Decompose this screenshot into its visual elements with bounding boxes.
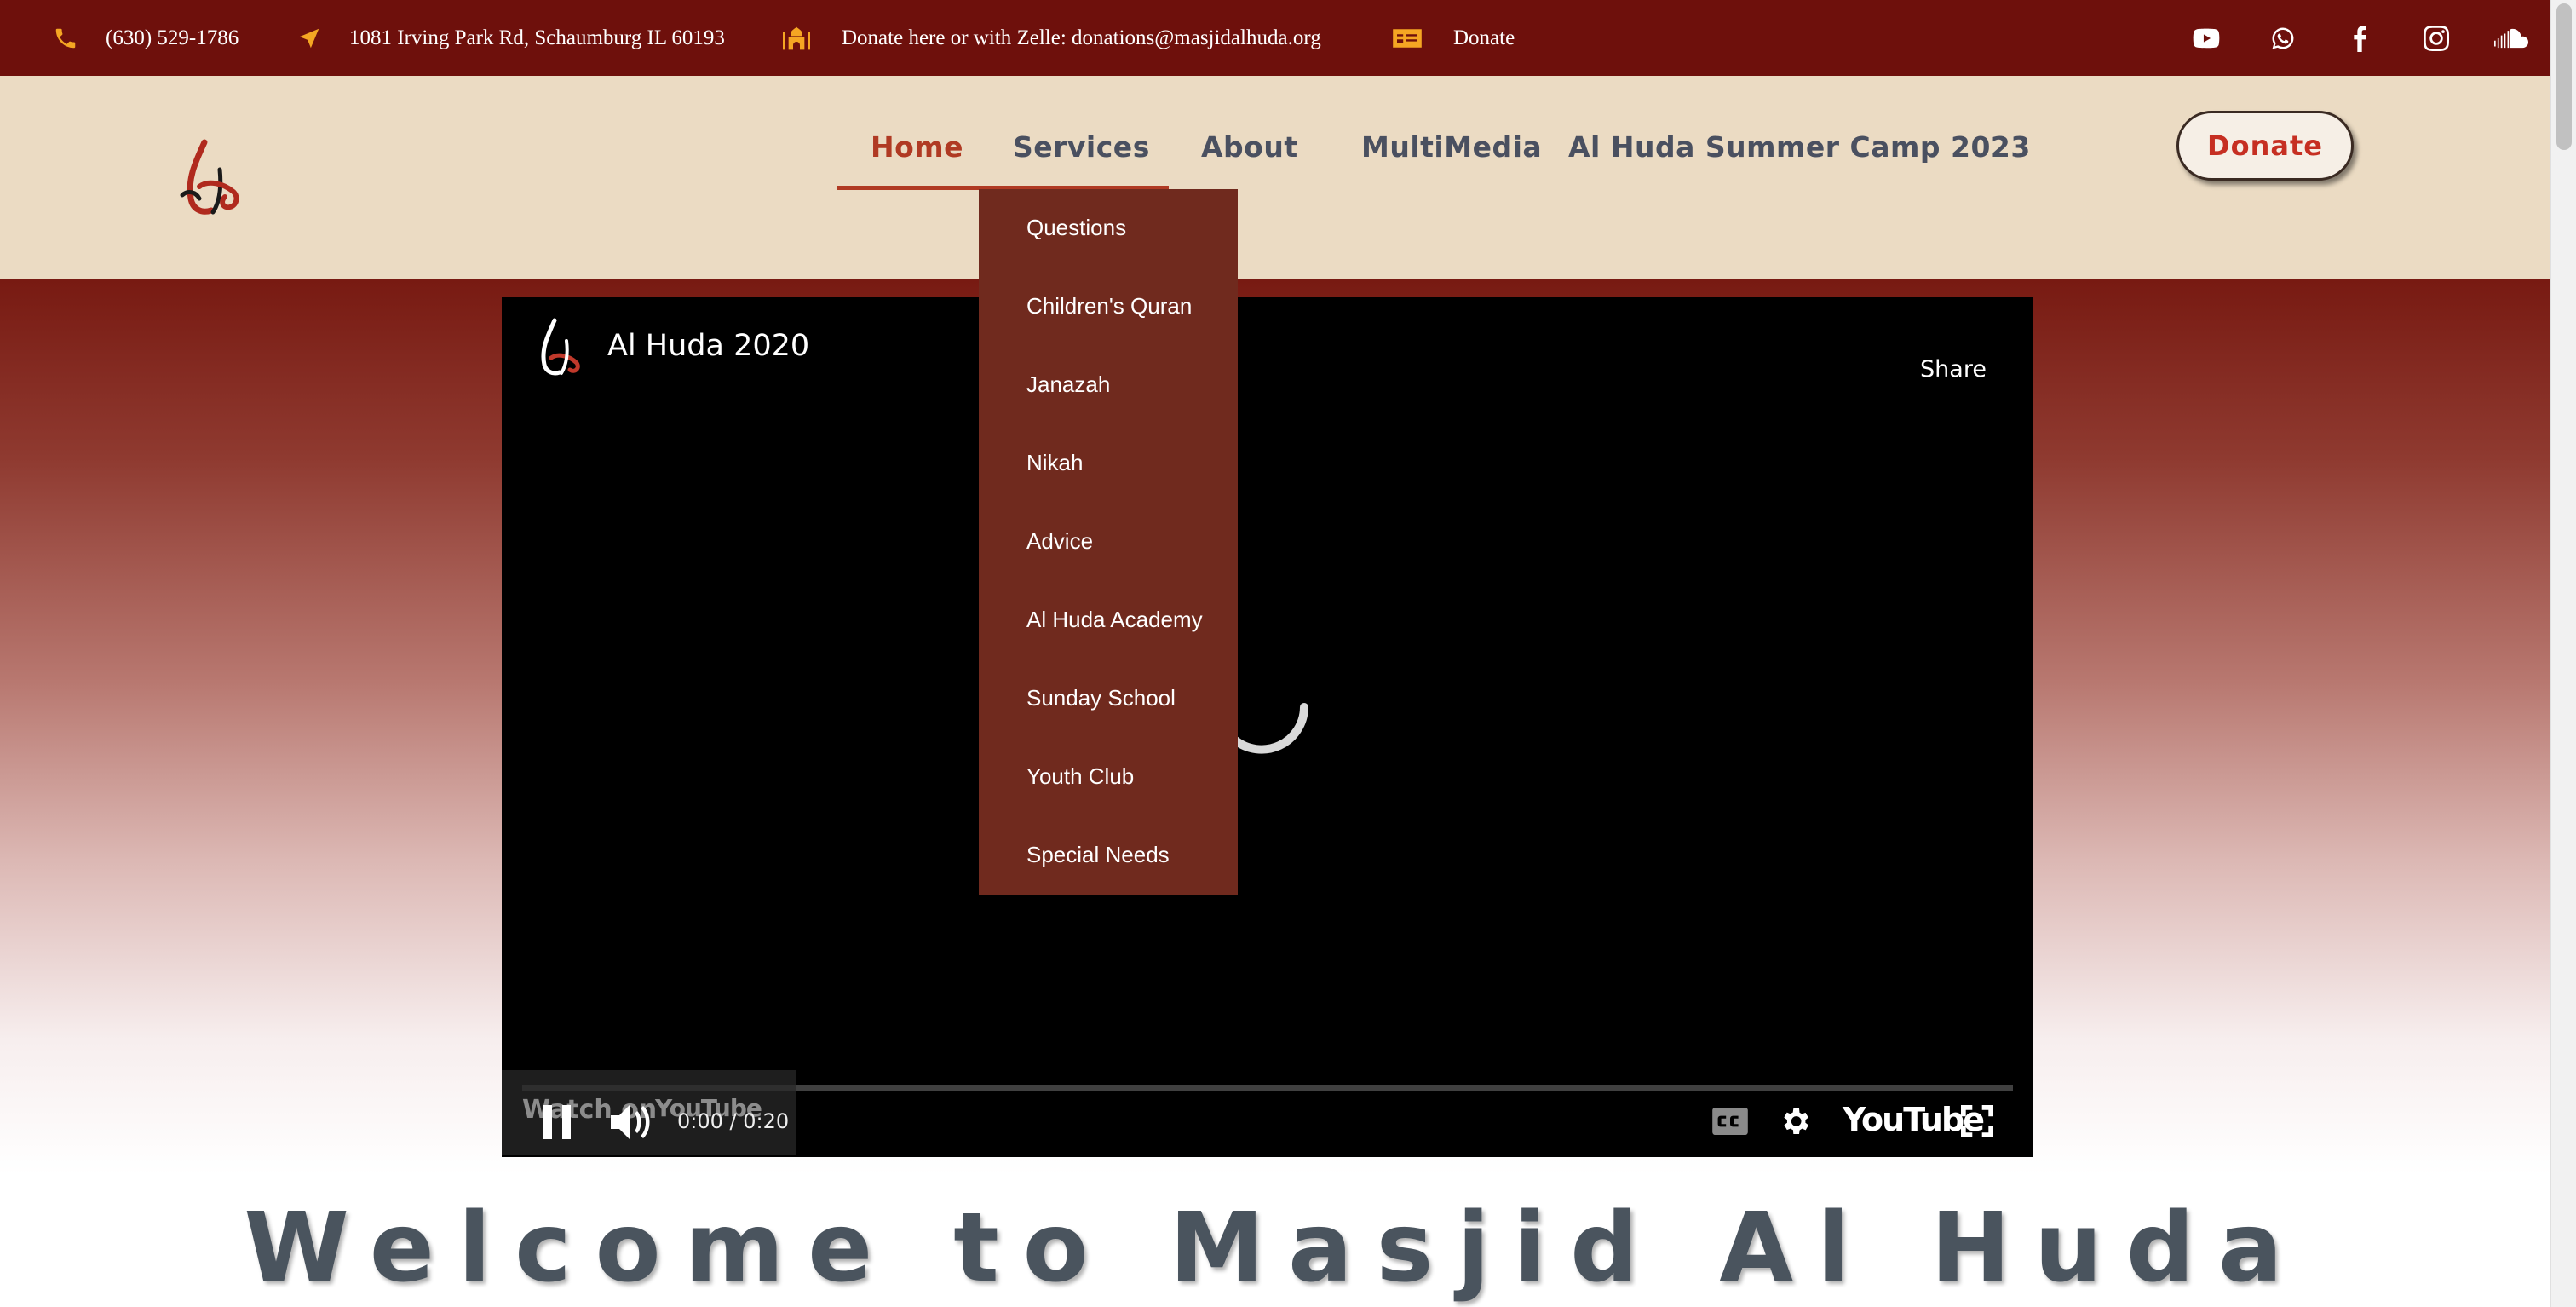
volume-icon <box>611 1105 650 1139</box>
gear-icon <box>1784 1108 1808 1134</box>
page-scrollbar[interactable] <box>2550 0 2576 1307</box>
channel-logo-icon <box>526 316 588 377</box>
share-arrow-icon <box>1935 317 1972 350</box>
menu-item-advice[interactable]: Advice <box>1026 528 1093 555</box>
facebook-icon[interactable] <box>2343 21 2377 55</box>
settings-button[interactable] <box>1774 1101 1815 1142</box>
captions-button[interactable] <box>1710 1104 1751 1138</box>
menu-item-youth-club[interactable]: Youth Club <box>1026 763 1134 790</box>
nav-services[interactable]: Services <box>1013 130 1150 164</box>
youtube-icon[interactable] <box>2189 21 2223 55</box>
mute-button[interactable] <box>607 1101 655 1143</box>
video-title[interactable]: Al Huda 2020 <box>607 329 809 363</box>
menu-item-nikah[interactable]: Nikah <box>1026 450 1083 476</box>
share-label: Share <box>1920 356 1987 383</box>
soundcloud-icon[interactable] <box>2494 21 2528 55</box>
nav-summer-camp[interactable]: Al Huda Summer Camp 2023 <box>1568 130 2031 164</box>
menu-item-questions[interactable]: Questions <box>1026 215 1126 241</box>
video-time: 0:00 / 0:20 <box>677 1109 790 1133</box>
social-links <box>0 0 2550 76</box>
whatsapp-icon[interactable] <box>2266 21 2300 55</box>
welcome-heading: Welcome to Masjid Al Huda <box>244 1193 2307 1304</box>
logo-calligraphy-icon <box>180 139 239 215</box>
site-header: Home Services About MultiMedia Al Huda S… <box>0 76 2550 279</box>
nav-about[interactable]: About <box>1201 130 1298 164</box>
menu-item-janazah[interactable]: Janazah <box>1026 371 1110 398</box>
menu-item-childrens-quran[interactable]: Children's Quran <box>1026 293 1192 320</box>
pause-button[interactable] <box>536 1101 578 1143</box>
channel-avatar[interactable] <box>526 315 589 378</box>
menu-item-sunday-school[interactable]: Sunday School <box>1026 685 1176 711</box>
pause-icon <box>543 1105 571 1139</box>
youtube-video-player[interactable]: Al Huda 2020 Share Watch on YouTube 0:00… <box>502 297 2033 1157</box>
menu-item-special-needs[interactable]: Special Needs <box>1026 842 1170 868</box>
masjid-logo[interactable] <box>170 135 247 221</box>
fullscreen-icon <box>1961 1105 1993 1137</box>
nav-multimedia[interactable]: MultiMedia <box>1361 130 1542 164</box>
menu-item-al-huda-academy[interactable]: Al Huda Academy <box>1026 607 1203 633</box>
nav-home[interactable]: Home <box>871 130 963 164</box>
share-button[interactable]: Share <box>1915 317 1992 383</box>
scrollbar-thumb[interactable] <box>2556 3 2572 150</box>
captions-icon <box>1712 1108 1748 1135</box>
fullscreen-button[interactable] <box>1957 1101 1998 1142</box>
instagram-icon[interactable] <box>2419 21 2453 55</box>
top-info-bar: (630) 529-1786 1081 Irving Park Rd, Scha… <box>0 0 2550 76</box>
donate-button[interactable]: Donate <box>2176 111 2354 181</box>
services-dropdown-menu: Questions Children's Quran Janazah Nikah… <box>979 189 1238 895</box>
